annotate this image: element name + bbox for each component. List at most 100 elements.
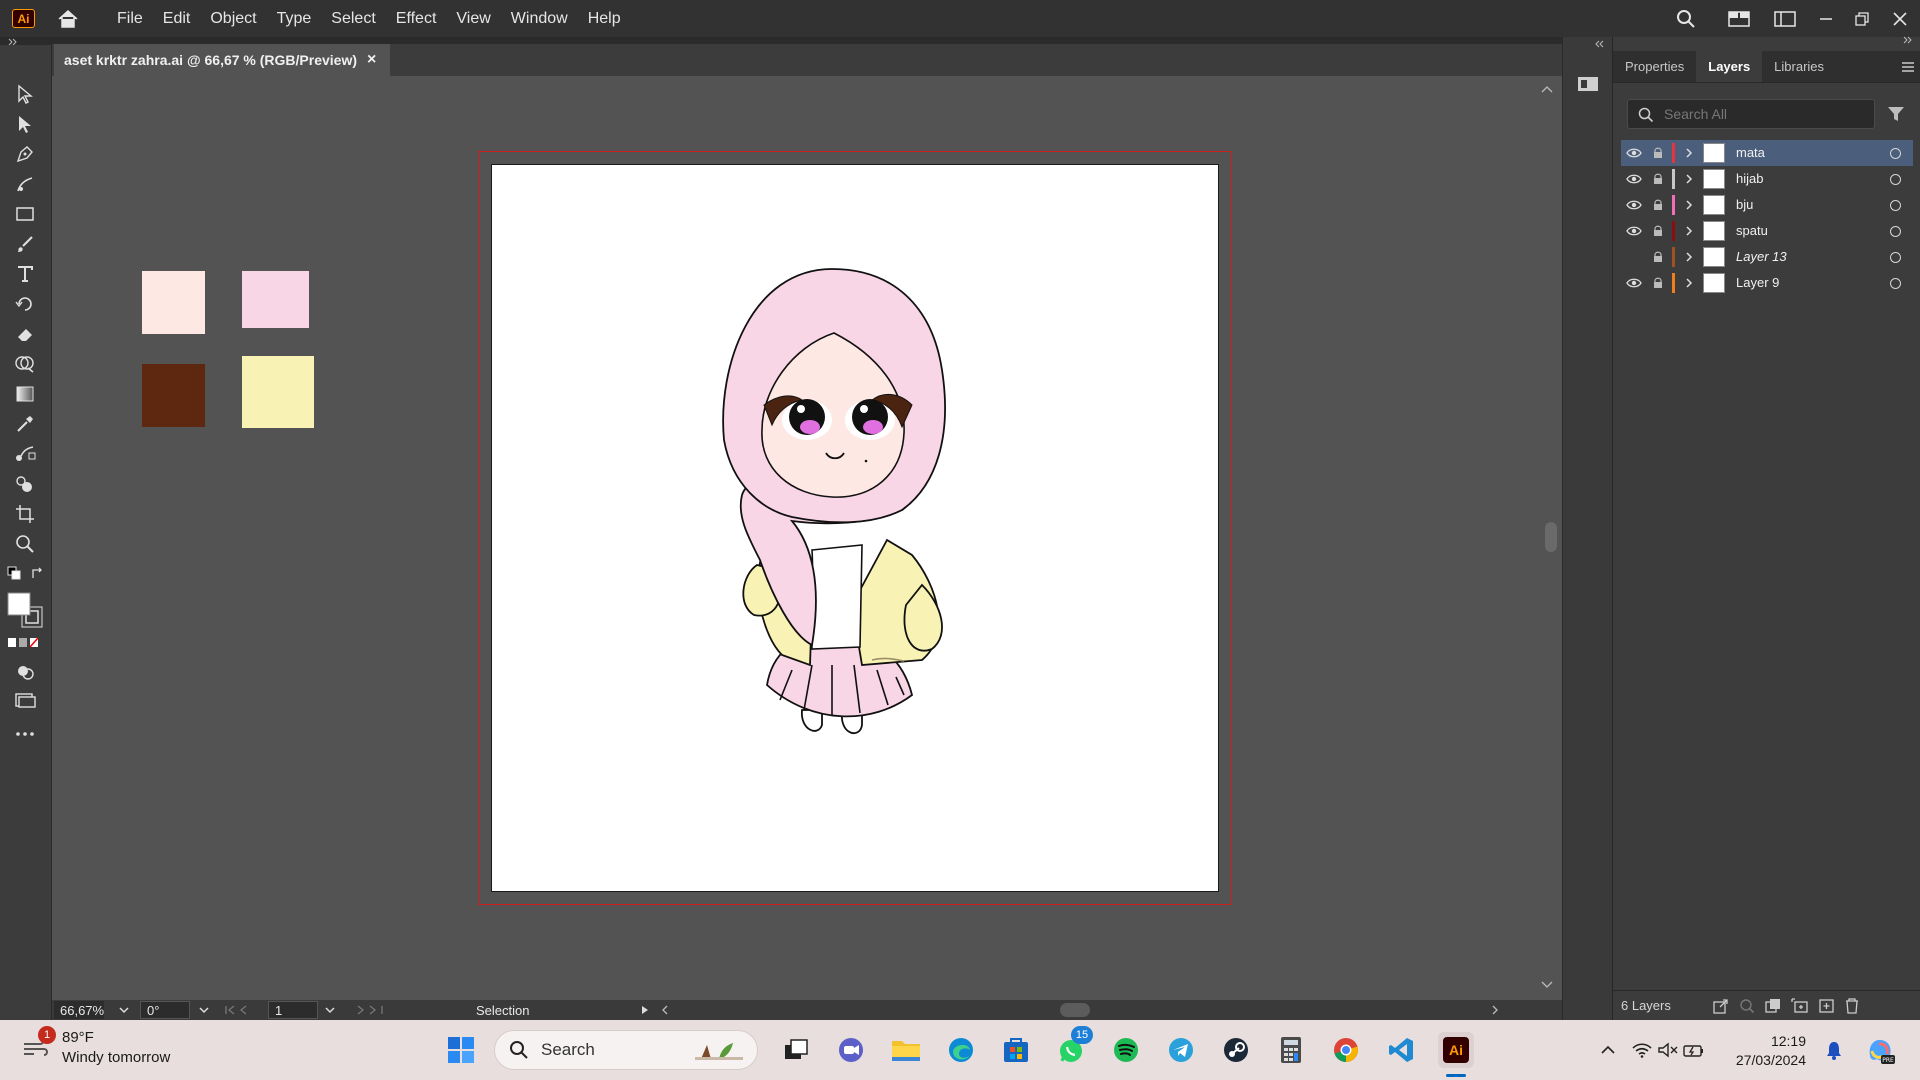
layer-row[interactable]: hijab (1621, 166, 1913, 192)
panel-menu-icon[interactable] (1901, 61, 1915, 73)
artboards-panel-icon[interactable] (1575, 71, 1601, 97)
windows-start-icon[interactable] (443, 1032, 479, 1068)
vertical-scrollbar-thumb[interactable] (1545, 522, 1557, 552)
restore-icon[interactable] (1844, 0, 1880, 37)
close-tab-icon[interactable]: × (367, 51, 376, 69)
status-menu-icon[interactable] (640, 1004, 650, 1016)
search-icon[interactable] (1656, 0, 1716, 37)
spotify-icon[interactable] (1108, 1032, 1144, 1068)
create-new-layer-icon[interactable] (1819, 998, 1835, 1014)
direct-selection-tool-icon[interactable] (12, 111, 38, 137)
zoom-dropdown-icon[interactable] (118, 1006, 130, 1014)
drawing-mode-icon[interactable] (12, 659, 38, 685)
artboard-next-last-icon[interactable] (350, 1004, 390, 1016)
taskbar-search[interactable]: Search (494, 1030, 758, 1070)
layer-target-circle[interactable] (1890, 174, 1901, 185)
locate-object-icon[interactable] (1739, 998, 1755, 1014)
artboard-tool-icon[interactable] (12, 501, 38, 527)
home-icon[interactable] (55, 7, 81, 31)
scroll-down-icon[interactable] (1540, 980, 1554, 990)
menu-view[interactable]: View (446, 0, 500, 37)
make-clipping-mask-icon[interactable] (1765, 998, 1781, 1014)
expand-chevron-icon[interactable] (1683, 218, 1695, 244)
visibility-eye-icon[interactable] (1625, 140, 1643, 166)
swap-fill-stroke-icon[interactable] (28, 563, 48, 583)
rotation-dropdown-icon[interactable] (198, 1006, 210, 1014)
battery-charging-icon[interactable] (1681, 1032, 1707, 1068)
gradient-tool-icon[interactable] (12, 381, 38, 407)
layer-row[interactable]: bju (1621, 192, 1913, 218)
expand-chevron-icon[interactable] (1683, 244, 1695, 270)
swatch-dark-brown[interactable] (142, 364, 205, 427)
lock-icon[interactable] (1651, 218, 1665, 244)
export-layer-icon[interactable] (1713, 998, 1729, 1014)
artboard[interactable] (491, 164, 1219, 892)
layer-name[interactable]: hijab (1736, 166, 1763, 192)
tab-layers[interactable]: Layers (1696, 51, 1763, 82)
menu-edit[interactable]: Edit (153, 0, 201, 37)
lock-icon[interactable] (1651, 192, 1665, 218)
visibility-eye-icon[interactable] (1625, 192, 1643, 218)
eraser-tool-icon[interactable] (12, 321, 38, 347)
horizontal-scrollbar-thumb[interactable] (1060, 1003, 1090, 1017)
document-tab[interactable]: aset krktr zahra.ai @ 66,67 % (RGB/Previ… (54, 44, 391, 76)
menu-window[interactable]: Window (501, 0, 578, 37)
layer-target-circle[interactable] (1890, 226, 1901, 237)
menu-type[interactable]: Type (267, 0, 322, 37)
tab-properties[interactable]: Properties (1613, 51, 1696, 82)
lock-icon[interactable] (1651, 244, 1665, 270)
expand-chevron-icon[interactable] (1683, 140, 1695, 166)
visibility-eye-icon[interactable] (1625, 244, 1643, 270)
show-hidden-icons[interactable] (1590, 1032, 1626, 1068)
layer-name[interactable]: Layer 9 (1736, 270, 1779, 296)
task-view-icon[interactable] (778, 1032, 814, 1068)
notifications-icon[interactable] (1816, 1032, 1852, 1068)
lock-icon[interactable] (1651, 166, 1665, 192)
scroll-up-icon[interactable] (1540, 84, 1554, 94)
layer-row[interactable]: Layer 9 (1621, 270, 1913, 296)
layer-name[interactable]: Layer 13 (1736, 244, 1787, 270)
layer-target-circle[interactable] (1890, 148, 1901, 159)
swatch-light-peach[interactable] (142, 271, 205, 334)
layer-target-circle[interactable] (1890, 278, 1901, 289)
swatch-light-pink[interactable] (242, 271, 309, 328)
menu-select[interactable]: Select (321, 0, 385, 37)
scroll-right-icon[interactable] (1490, 1004, 1500, 1016)
shape-builder-tool-icon[interactable] (12, 351, 38, 377)
character-illustration[interactable] (492, 165, 1220, 893)
telegram-icon[interactable] (1163, 1032, 1199, 1068)
system-clock[interactable]: 12:19 27/03/2024 (1736, 1032, 1806, 1070)
layer-target-circle[interactable] (1890, 252, 1901, 263)
arrange-documents-icon[interactable] (1716, 0, 1762, 37)
visibility-eye-icon[interactable] (1625, 270, 1643, 296)
scroll-left-icon[interactable] (660, 1004, 670, 1016)
more-tools-icon[interactable] (12, 721, 38, 747)
visibility-eye-icon[interactable] (1625, 166, 1643, 192)
blend-tool-icon[interactable] (12, 441, 38, 467)
screen-mode-icon[interactable] (12, 687, 38, 713)
steam-icon[interactable] (1218, 1032, 1254, 1068)
collapse-arrows-icon[interactable] (8, 37, 18, 45)
artboard-dropdown-icon[interactable] (324, 1006, 336, 1014)
file-explorer-icon[interactable] (888, 1032, 924, 1068)
menu-help[interactable]: Help (578, 0, 631, 37)
close-icon[interactable] (1880, 0, 1920, 37)
panel-collapse-icon[interactable] (1903, 36, 1915, 44)
illustrator-taskbar-icon[interactable]: Ai (1438, 1032, 1474, 1068)
type-tool-icon[interactable] (12, 261, 38, 287)
fill-stroke-swatch[interactable] (6, 591, 46, 631)
zoom-tool-icon[interactable] (12, 531, 38, 557)
layer-name[interactable]: spatu (1736, 218, 1768, 244)
volume-muted-icon[interactable] (1655, 1032, 1681, 1068)
layer-name[interactable]: mata (1736, 140, 1765, 166)
wifi-icon[interactable] (1629, 1032, 1655, 1068)
filter-icon[interactable] (1887, 105, 1905, 123)
layers-search-input[interactable]: Search All (1627, 99, 1875, 129)
layer-row[interactable]: spatu (1621, 218, 1913, 244)
rectangle-tool-icon[interactable] (12, 201, 38, 227)
whatsapp-icon[interactable]: 15 (1053, 1026, 1093, 1068)
calculator-icon[interactable] (1273, 1032, 1309, 1068)
symbol-sprayer-tool-icon[interactable] (12, 471, 38, 497)
artboard-first-prev-icon[interactable] (224, 1004, 264, 1016)
delete-layer-icon[interactable] (1845, 998, 1859, 1014)
